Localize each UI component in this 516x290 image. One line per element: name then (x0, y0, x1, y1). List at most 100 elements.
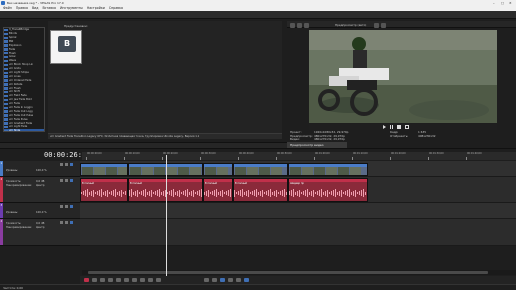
menu-options[interactable]: Настройки (87, 6, 105, 10)
waveform-bar (307, 189, 308, 197)
track-lanes[interactable]: В полный В полный В полный В полный Шедевр п… (80, 161, 516, 246)
save-snapshot-icon[interactable] (380, 22, 386, 28)
go-start-icon[interactable] (148, 278, 153, 282)
stop-icon[interactable] (124, 278, 129, 282)
scrollbar-thumb[interactable] (88, 271, 488, 274)
mute-icon[interactable] (60, 221, 63, 224)
track-pan-value[interactable]: Центр (36, 184, 44, 188)
overlay-icon[interactable] (303, 22, 309, 28)
copy-snapshot-icon[interactable] (373, 22, 379, 28)
video-clip[interactable] (233, 163, 288, 176)
transition-icon (4, 110, 8, 113)
video-preview-toolbar: Предпросмотр (авто) (287, 21, 516, 28)
snap-icon[interactable] (236, 278, 241, 282)
close-button[interactable]: × (509, 1, 512, 5)
fx-icon[interactable] (70, 221, 73, 224)
preset-thumbnail-logo: B (58, 36, 76, 52)
waveform-bar (333, 190, 334, 196)
prev-frame-icon[interactable] (132, 278, 137, 282)
play-icon[interactable] (383, 125, 386, 129)
waveform-bar (137, 189, 138, 197)
loop-icon[interactable] (92, 278, 97, 282)
video-clip[interactable] (203, 163, 233, 176)
track-lane[interactable] (80, 219, 516, 246)
solo-icon[interactable] (65, 179, 68, 182)
menu-tools[interactable]: Инструменты (60, 6, 83, 10)
clip-thumbnail (290, 167, 301, 175)
play-from-start-icon[interactable] (100, 278, 105, 282)
video-clip[interactable] (288, 163, 368, 176)
fx-icon[interactable] (70, 205, 73, 208)
info-row: Видео: 480x270x32, 29,970p (290, 137, 345, 142)
audio-clip[interactable]: Шедевр пр (288, 178, 368, 202)
track-header[interactable]: 1 Уровень: 100,0 % (0, 161, 80, 177)
audio-clip-label: В полный (205, 182, 217, 185)
menu-view[interactable]: Вид (32, 6, 38, 10)
transition-icon (4, 63, 8, 67)
menu-insert[interactable]: Вставка (42, 6, 56, 10)
pause-icon[interactable] (116, 278, 121, 282)
envelope-edit-icon[interactable] (212, 278, 217, 282)
ruler-label: 00:01:20;00 (391, 152, 406, 155)
menu-help[interactable]: Справка (109, 6, 123, 10)
solo-icon[interactable] (65, 205, 68, 208)
clip-thumbnail (235, 167, 246, 175)
track-param-value[interactable]: 100,0 % (36, 211, 47, 215)
ripple-icon[interactable] (244, 278, 249, 282)
fx-icon[interactable] (70, 179, 73, 182)
split-icon[interactable] (228, 278, 233, 282)
track-param-label: Уровень: (6, 211, 19, 214)
track-header[interactable]: 4 Громкость: 0,0 dB Панорамирование: Центр (0, 219, 80, 246)
clip-thumbnail (94, 167, 105, 175)
mute-icon[interactable] (60, 163, 63, 166)
play-icon[interactable] (108, 278, 113, 282)
waveform-bar (179, 189, 180, 197)
minimize-button[interactable]: – (493, 1, 495, 5)
track-param-value[interactable]: 100,0 % (36, 169, 47, 173)
preview-settings-icon[interactable] (289, 22, 295, 28)
audio-clip[interactable]: В полный (203, 178, 233, 202)
waveform-bar (321, 189, 322, 197)
track-header[interactable]: 2 Громкость: 0,0 dB Панорамирование: Центр (0, 177, 80, 203)
track-pan-value[interactable]: Центр (36, 226, 44, 230)
mute-icon[interactable] (60, 205, 63, 208)
fx-icon[interactable] (70, 163, 73, 166)
solo-icon[interactable] (65, 163, 68, 166)
timeline-ruler[interactable]: 00:00:00;00 00:00:10;00 00:00:20;00 00:00:3… (82, 152, 516, 160)
menu-edit[interactable]: Правка (16, 6, 28, 10)
solo-icon[interactable] (65, 221, 68, 224)
track-lane[interactable] (80, 203, 516, 219)
waveform-bar (299, 189, 300, 197)
split-screen-icon[interactable] (296, 22, 302, 28)
playhead-cursor[interactable] (166, 155, 167, 276)
go-end-icon[interactable] (156, 278, 161, 282)
trim-icon[interactable] (220, 278, 225, 282)
preview-quality-dropdown[interactable]: Предпросмотр (авто) (335, 23, 366, 27)
transition-item[interactable]: vm Slide (4, 129, 44, 131)
pause-icon[interactable] (390, 125, 393, 129)
record-icon[interactable] (84, 278, 89, 282)
waveform-bar (254, 190, 255, 196)
audio-clip[interactable]: В полный (80, 178, 128, 202)
waveform-bar (289, 191, 290, 195)
next-frame-icon[interactable] (140, 278, 145, 282)
maximize-button[interactable]: □ (501, 1, 504, 5)
mute-icon[interactable] (60, 179, 63, 182)
timeline-scrollbar[interactable] (82, 270, 516, 275)
transitions-list[interactable]: 3_TransitBridge Blinds Spiral BW Explosion Fa… (3, 27, 45, 132)
preset-thumbnail[interactable]: B (50, 30, 82, 64)
track-header[interactable]: 3 Уровень: 100,0 % (0, 203, 80, 219)
waveform-bar (208, 189, 209, 197)
menu-file[interactable]: Файл (3, 6, 12, 10)
normal-edit-icon[interactable] (204, 278, 209, 282)
audio-clip[interactable]: В полный (233, 178, 288, 202)
ruler-tick (428, 157, 429, 160)
stop-icon[interactable] (397, 125, 401, 129)
ruler-tick (352, 157, 353, 160)
waveform-bar (361, 190, 362, 196)
track-number: 4 (0, 220, 3, 223)
info-value2: 408x230x32 (418, 133, 436, 138)
video-clip[interactable] (80, 163, 128, 176)
loop-icon[interactable] (405, 125, 409, 129)
waveform-bar (153, 192, 154, 194)
